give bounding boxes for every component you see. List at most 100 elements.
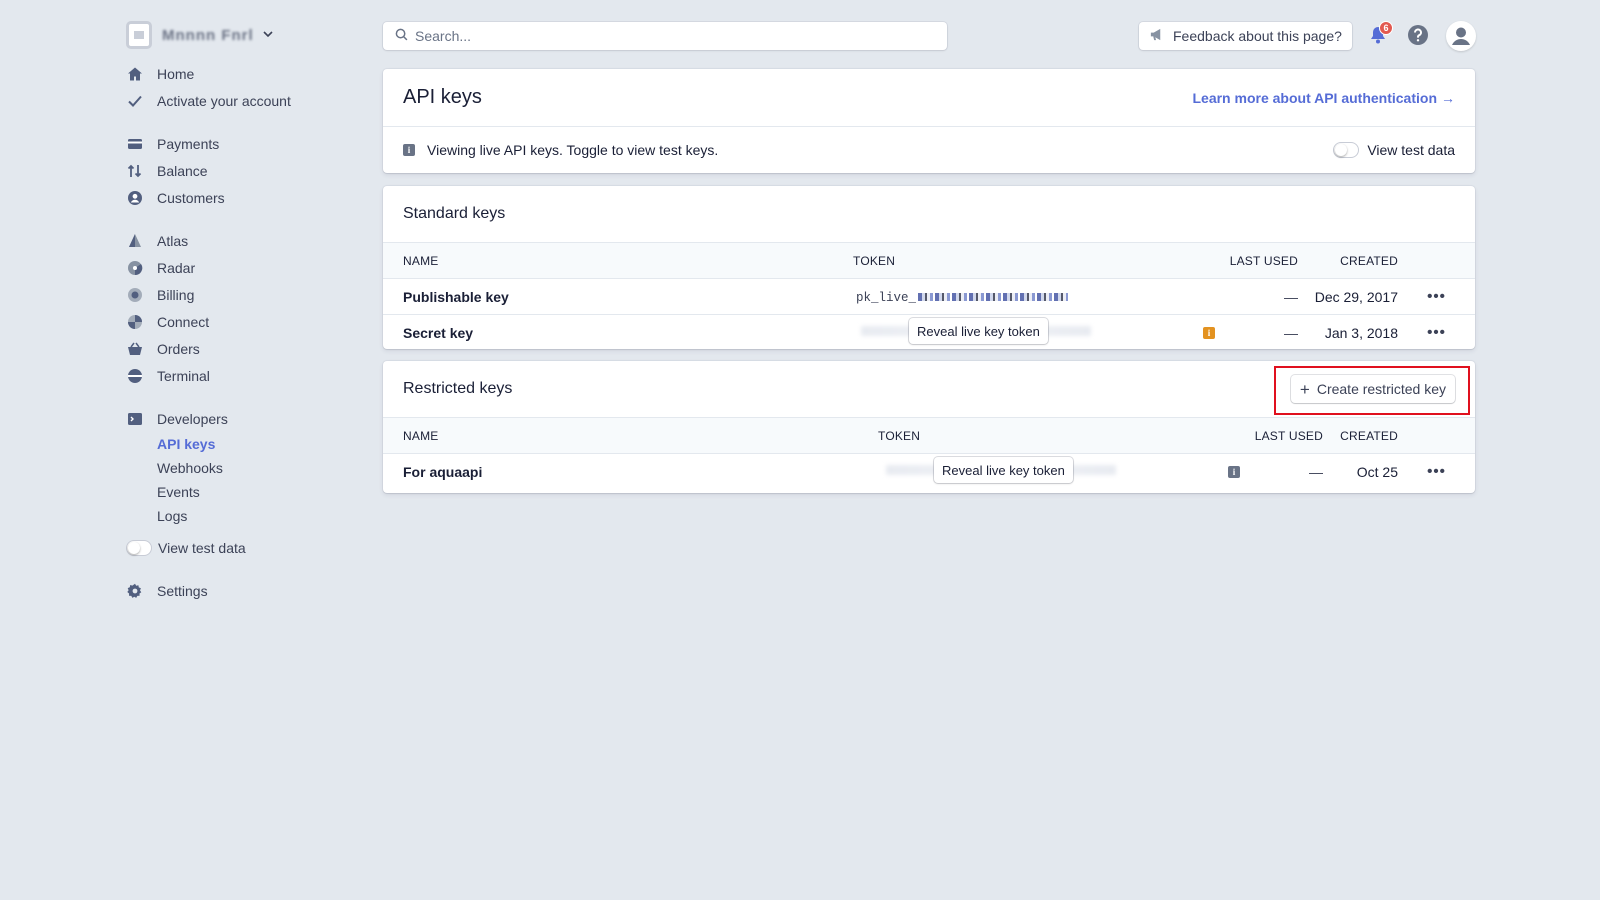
sidebar-item-billing[interactable]: Billing <box>126 281 346 308</box>
info-text: Viewing live API keys. Toggle to view te… <box>427 142 719 158</box>
search-input[interactable] <box>415 28 915 44</box>
learn-more-label: Learn more about API authentication <box>1192 89 1437 106</box>
sidebar-item-label: Balance <box>157 162 208 179</box>
learn-more-link[interactable]: Learn more about API authentication → <box>1192 90 1455 106</box>
billing-icon <box>126 287 144 303</box>
avatar[interactable] <box>1446 21 1476 51</box>
column-header-last-used: LAST USED <box>1254 428 1323 443</box>
sidebar-item-label: Home <box>157 65 195 82</box>
sidebar-item-label: Terminal <box>157 367 210 384</box>
sidebar-view-test-data: View test data <box>126 534 346 561</box>
table-row[interactable]: For aquaapi Reveal live key token i — Oc… <box>383 454 1475 490</box>
column-header-created: CREATED <box>1340 253 1398 268</box>
more-options-icon[interactable]: ••• <box>1398 278 1475 315</box>
last-used: — <box>1188 278 1298 315</box>
standard-keys-table: NAME TOKEN LAST USED CREATED Publishable… <box>383 242 1475 351</box>
created-date: Oct 25 <box>1356 463 1398 480</box>
sidebar-subitem-logs[interactable]: Logs <box>126 504 346 528</box>
info-message: i Viewing live API keys. Toggle to view … <box>403 142 718 158</box>
sidebar-item-radar[interactable]: Radar <box>126 254 346 281</box>
column-header-last-used: LAST USED <box>1229 253 1298 268</box>
search-bar <box>383 22 947 50</box>
account-switcher[interactable]: Mnnnn Fnrl <box>126 20 346 50</box>
sidebar-item-settings[interactable]: Settings <box>126 577 346 604</box>
notification-badge: 6 <box>1379 21 1393 35</box>
column-header-token: TOKEN <box>853 253 896 268</box>
sidebar-item-home[interactable]: Home <box>126 60 346 87</box>
sidebar-subitem-webhooks[interactable]: Webhooks <box>126 456 346 480</box>
hidden-token: Reveal live key token <box>861 318 1091 345</box>
token-cell: Reveal live key token i <box>878 454 1240 490</box>
sidebar-item-atlas[interactable]: Atlas <box>126 227 346 254</box>
sidebar-item-balance[interactable]: Balance <box>126 157 346 184</box>
arrow-right-icon: → <box>1441 89 1455 106</box>
sidebar-item-label: Orders <box>157 340 200 357</box>
sidebar-item-label: Payments <box>157 135 220 152</box>
view-test-data-toggle[interactable] <box>126 539 152 556</box>
search-icon <box>395 28 408 44</box>
table-row[interactable]: Secret key Reveal live key token i — Jan… <box>383 315 1475 351</box>
sidebar-subitem-api-keys[interactable]: API keys <box>126 432 346 456</box>
user-icon <box>1452 27 1470 45</box>
hidden-token: Reveal live key token <box>886 457 1116 484</box>
section-title: Standard keys <box>403 205 506 222</box>
account-logo-icon <box>126 21 152 49</box>
gear-icon <box>126 583 144 599</box>
sidebar-item-orders[interactable]: Orders <box>126 335 346 362</box>
home-icon <box>126 66 144 82</box>
sidebar-item-developers[interactable]: Developers <box>126 405 346 432</box>
key-name: Secret key <box>403 324 474 341</box>
sidebar-item-label: Radar <box>157 259 196 276</box>
section-title: Restricted keys <box>403 380 513 397</box>
more-options-icon[interactable]: ••• <box>1398 315 1475 351</box>
sidebar-item-terminal[interactable]: Terminal <box>126 362 346 389</box>
column-header-name: NAME <box>403 428 439 443</box>
reveal-token-button[interactable]: Reveal live key token <box>934 457 1073 484</box>
sidebar-subitem-events[interactable]: Events <box>126 480 346 504</box>
customers-icon <box>126 190 144 206</box>
sidebar-item-label: Atlas <box>157 232 189 249</box>
token-cell[interactable]: pk_live_ <box>853 278 1188 315</box>
sidebar: Mnnnn Fnrl Home Activate your account Pa… <box>126 20 346 604</box>
more-options-icon[interactable]: ••• <box>1398 454 1475 490</box>
column-header-name: NAME <box>403 253 439 268</box>
balance-icon <box>126 163 144 179</box>
page-title: API keys <box>403 86 482 108</box>
view-test-data-label: View test data <box>1367 142 1455 158</box>
help-button[interactable] <box>1404 22 1432 50</box>
standard-keys-header: Standard keys <box>383 186 1475 242</box>
notifications-button[interactable]: 6 <box>1364 21 1393 50</box>
standard-keys-card: Standard keys NAME TOKEN LAST USED CREAT… <box>383 186 1475 349</box>
sidebar-item-customers[interactable]: Customers <box>126 184 346 211</box>
info-icon: i <box>403 144 415 156</box>
view-test-data-toggle[interactable] <box>1333 142 1360 158</box>
api-keys-card: API keys Learn more about API authentica… <box>383 69 1475 173</box>
connect-icon <box>126 314 144 330</box>
created-date: Jan 3, 2018 <box>1324 324 1398 341</box>
feedback-button[interactable]: Feedback about this page? <box>1139 22 1352 50</box>
feedback-label: Feedback about this page? <box>1173 28 1342 44</box>
token-cell: Reveal live key token i <box>853 315 1215 351</box>
api-keys-header: API keys Learn more about API authentica… <box>383 69 1475 127</box>
sidebar-item-payments[interactable]: Payments <box>126 130 346 157</box>
sidebar-item-activate[interactable]: Activate your account <box>126 87 346 114</box>
payments-icon <box>126 136 144 152</box>
live-keys-info: i Viewing live API keys. Toggle to view … <box>383 127 1475 173</box>
orders-icon <box>126 341 144 357</box>
table-row[interactable]: Publishable key pk_live_ — Dec 29, 2017 … <box>383 278 1475 315</box>
key-name: For aquaapi <box>403 463 483 480</box>
account-name: Mnnnn Fnrl <box>162 26 254 44</box>
radar-icon <box>126 260 144 276</box>
reveal-token-button[interactable]: Reveal live key token <box>909 318 1048 345</box>
table-header-row: NAME TOKEN LAST USED CREATED <box>383 242 1475 279</box>
create-restricted-key-button[interactable]: + Create restricted key <box>1290 375 1455 403</box>
developers-icon <box>126 411 144 427</box>
restricted-keys-card: Restricted keys + Create restricted key … <box>383 361 1475 493</box>
nav-group-main: Home Activate your account <box>126 60 346 114</box>
help-icon <box>1407 24 1429 49</box>
column-header-token: TOKEN <box>878 428 921 443</box>
nav-group-products: Atlas Radar Billing Connect Orders Termi… <box>126 227 346 389</box>
nav-group-developers: Developers API keys Webhooks Events Logs <box>126 405 346 528</box>
sidebar-item-connect[interactable]: Connect <box>126 308 346 335</box>
sidebar-item-label: Activate your account <box>157 92 291 109</box>
